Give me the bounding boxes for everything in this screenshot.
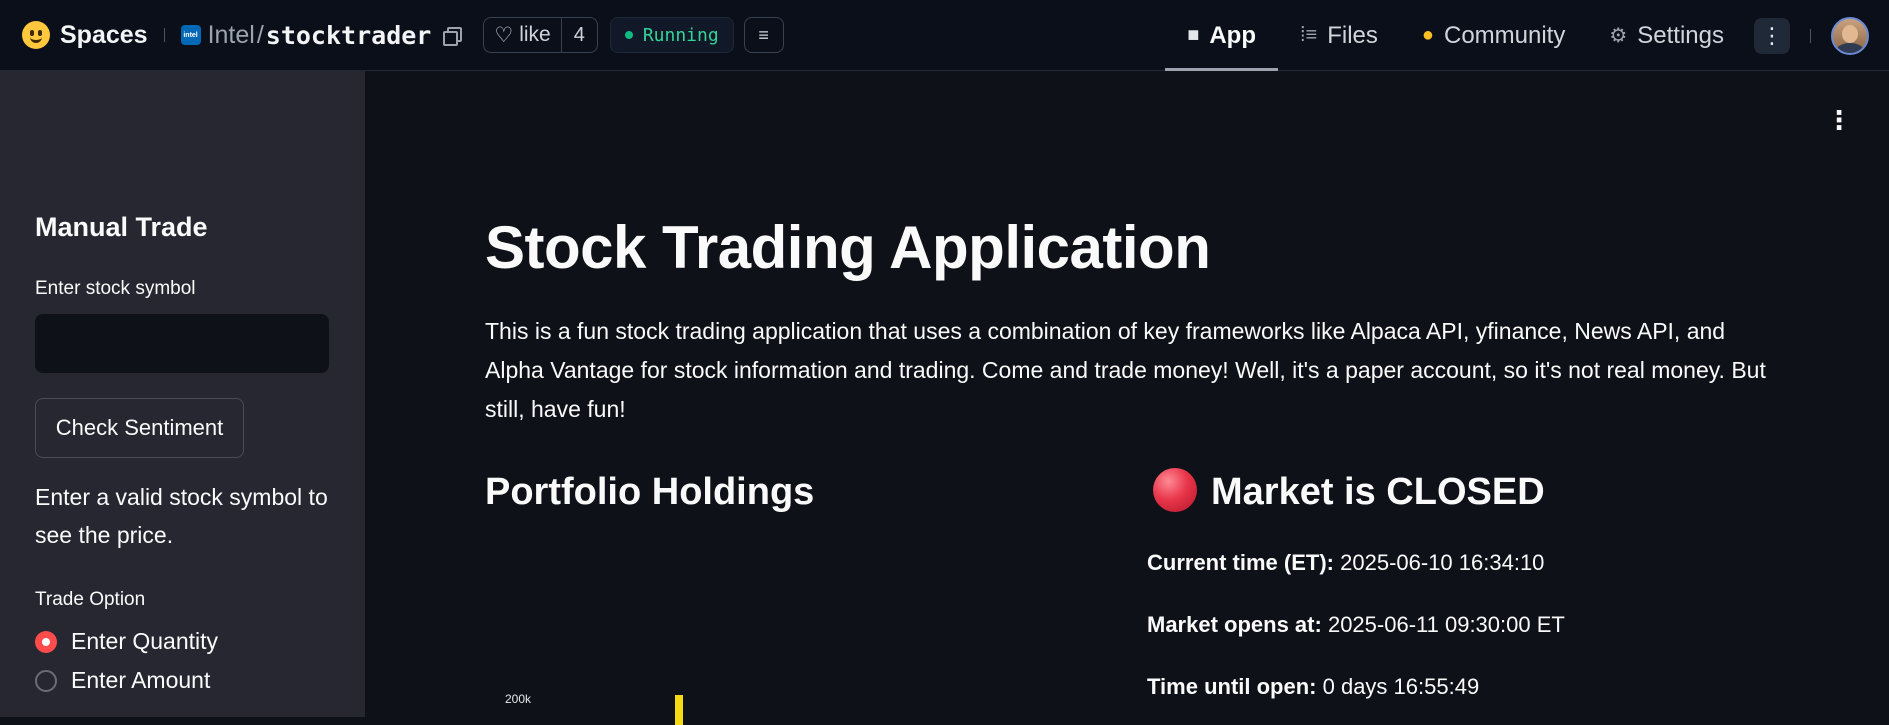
sidebar-title: Manual Trade	[35, 212, 208, 242]
stock-symbol-input[interactable]	[35, 314, 329, 373]
radio-checked-icon	[35, 630, 57, 653]
market-status-text: Market is CLOSED	[1211, 471, 1545, 513]
tab-settings-label: Settings	[1637, 21, 1724, 49]
check-sentiment-button[interactable]: Check Sentiment	[35, 398, 244, 458]
current-time-value: 2025-06-10 16:34:10	[1340, 550, 1545, 575]
status-text: Running	[642, 24, 719, 46]
like-button[interactable]: ♡ like	[484, 18, 560, 52]
gear-icon: ⚙	[1609, 25, 1628, 47]
radio-label: Enter Quantity	[71, 628, 219, 654]
tab-community[interactable]: ● Community	[1400, 0, 1587, 71]
main-menu-button[interactable]: ⋮	[1826, 107, 1852, 133]
symbol-help-text: Enter a valid stock symbol to see the pr…	[35, 484, 328, 548]
path-separator: /	[256, 20, 264, 49]
spaces-brand[interactable]: Spaces	[22, 21, 148, 50]
time-until-open-value: 0 days 16:55:49	[1322, 674, 1480, 699]
radio-enter-quantity[interactable]: Enter Quantity	[35, 628, 218, 655]
heart-icon: ♡	[494, 23, 514, 47]
page-title: Stock Trading Application	[485, 214, 1211, 281]
holding-bar	[675, 695, 683, 725]
repo-link[interactable]: stocktrader	[266, 21, 432, 50]
y-tick-label: 200k	[505, 692, 532, 706]
tab-community-label: Community	[1443, 21, 1566, 49]
tab-files[interactable]: ⁞≡ Files	[1278, 0, 1400, 71]
symbol-label: Enter stock symbol	[35, 278, 196, 299]
intro-text: This is a fun stock trading application …	[485, 318, 1766, 422]
org-logo-icon: intel	[180, 25, 201, 45]
status-badge[interactable]: Running	[609, 17, 734, 53]
like-count[interactable]: 4	[560, 18, 597, 52]
files-icon: ⁞≡	[1299, 24, 1318, 46]
radio-enter-amount[interactable]: Enter Amount	[35, 667, 210, 694]
more-options-button[interactable]: ⋮	[1754, 17, 1790, 54]
vertical-dots-icon: ⋮	[1761, 22, 1783, 48]
portfolio-heading: Portfolio Holdings	[485, 471, 815, 513]
trade-option-label: Trade Option	[35, 589, 146, 610]
status-dot-icon	[624, 31, 633, 39]
space-nav: ■ App ⁞≡ Files ● Community ⚙ Settings ⋮	[1165, 0, 1889, 71]
sidebar: Manual Trade Enter stock symbol Check Se…	[0, 71, 365, 717]
tab-app-label: App	[1209, 21, 1256, 49]
community-icon: ●	[1421, 24, 1434, 46]
time-until-open-label: Time until open:	[1147, 674, 1317, 699]
market-opens-line: Market opens at: 2025-06-11 09:30:00 ET	[1147, 612, 1565, 638]
user-avatar[interactable]	[1831, 16, 1869, 55]
divider	[163, 28, 165, 42]
tab-app[interactable]: ■ App	[1165, 0, 1278, 71]
radio-unchecked-icon	[35, 669, 57, 692]
cube-icon: ■	[1187, 24, 1200, 46]
radio-label: Enter Amount	[71, 667, 211, 693]
main-content: ⋮ Stock Trading Application This is a fu…	[365, 71, 1889, 725]
current-time-line: Current time (ET): 2025-06-10 16:34:10	[1147, 550, 1544, 576]
current-time-label: Current time (ET):	[1147, 550, 1334, 575]
divider	[1810, 28, 1811, 43]
logs-button[interactable]: ≡	[743, 17, 784, 53]
org-link[interactable]: Intel	[208, 21, 255, 50]
spaces-label: Spaces	[60, 20, 148, 49]
logs-icon: ≡	[758, 24, 769, 45]
market-status-heading: Market is CLOSED	[1153, 467, 1545, 516]
time-until-open-line: Time until open: 0 days 16:55:49	[1147, 674, 1479, 700]
red-circle-icon	[1153, 467, 1197, 512]
tab-files-label: Files	[1327, 21, 1378, 49]
tab-settings[interactable]: ⚙ Settings	[1587, 0, 1746, 71]
top-bar: Spaces intel Intel / stocktrader ♡ like …	[0, 0, 1889, 71]
like-label: like	[519, 23, 551, 46]
hugging-face-logo-icon	[22, 21, 50, 49]
copy-icon[interactable]	[443, 27, 463, 46]
like-widget: ♡ like 4	[483, 17, 598, 53]
market-opens-label: Market opens at:	[1147, 612, 1322, 637]
vertical-dots-icon: ⋮	[1826, 105, 1852, 135]
market-opens-value: 2025-06-11 09:30:00 ET	[1327, 612, 1565, 637]
